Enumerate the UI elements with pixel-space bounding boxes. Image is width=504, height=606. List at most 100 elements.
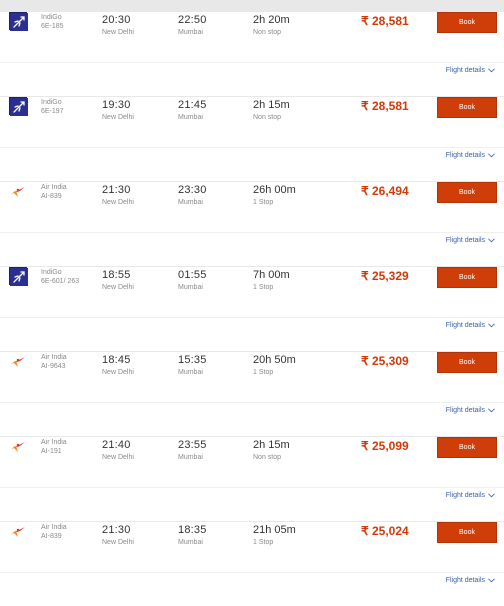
card-divider [0, 402, 504, 403]
departure-time: 18:45 [102, 354, 131, 366]
flight-details-label: Flight details [445, 407, 485, 414]
airline-info: IndiGo 6E-601/ 263 [41, 268, 79, 286]
flight-card: IndiGo 6E-197 19:30 New Delhi 21:45 Mumb… [0, 97, 504, 181]
chevron-down-icon [488, 68, 495, 73]
flight-details-label: Flight details [445, 237, 485, 244]
flight-duration: 21h 05m [253, 524, 296, 536]
departure-city: New Delhi [102, 454, 134, 461]
flight-duration: 26h 00m [253, 184, 296, 196]
flight-card: Air India AI-191 21:40 New Delhi 23:55 M… [0, 437, 504, 521]
card-divider [0, 232, 504, 233]
departure-city: New Delhi [102, 539, 134, 546]
flight-details-label: Flight details [445, 67, 485, 74]
wheel-icon [11, 442, 25, 452]
air-india-logo-icon [9, 182, 27, 200]
airline-name: IndiGo [41, 269, 62, 276]
stops-info: 1 Stop [253, 369, 274, 376]
flight-card: Air India AI-9643 18:45 New Delhi 15:35 … [0, 352, 504, 436]
departure-city: New Delhi [102, 369, 134, 376]
flight-details-label: Flight details [445, 152, 485, 159]
arrival-time: 15:35 [178, 354, 207, 366]
book-button[interactable]: Book [437, 522, 497, 543]
flight-number: AI-9643 [41, 363, 66, 370]
flight-number: 6E-197 [41, 108, 64, 115]
departure-time: 20:30 [102, 14, 131, 26]
airline-name: Air India [41, 439, 67, 446]
flight-number: AI-839 [41, 193, 62, 200]
flight-details-link[interactable]: Flight details [446, 152, 495, 159]
fare-price: ₹ 25,329 [361, 269, 409, 283]
card-divider [0, 572, 504, 573]
flight-number: 6E-185 [41, 23, 64, 30]
departure-time: 21:30 [102, 184, 131, 196]
flight-details-label: Flight details [445, 577, 485, 584]
air-india-logo-icon [9, 352, 27, 370]
book-button[interactable]: Book [437, 97, 497, 118]
arrival-time: 23:55 [178, 439, 207, 451]
card-divider [0, 62, 504, 63]
arrival-time: 21:45 [178, 99, 207, 111]
stops-info: Non stop [253, 114, 282, 121]
arrival-city: Mumbai [178, 114, 203, 121]
flight-details-label: Flight details [445, 322, 485, 329]
arrival-city: Mumbai [178, 29, 203, 36]
air-india-logo-icon [9, 437, 27, 455]
arrival-city: Mumbai [178, 284, 203, 291]
chevron-down-icon [488, 408, 495, 413]
book-button[interactable]: Book [437, 182, 497, 203]
flight-number: AI-191 [41, 448, 62, 455]
arrival-city: Mumbai [178, 539, 203, 546]
airline-info: Air India AI-9643 [41, 353, 67, 371]
flight-details-link[interactable]: Flight details [446, 67, 495, 74]
fare-price: ₹ 25,024 [361, 524, 409, 538]
book-button[interactable]: Book [437, 267, 497, 288]
stops-info: Non stop [253, 454, 282, 461]
chevron-down-icon [488, 578, 495, 583]
arrival-city: Mumbai [178, 454, 203, 461]
fare-price: ₹ 26,494 [361, 184, 409, 198]
airline-info: IndiGo 6E-197 [41, 98, 64, 116]
flight-duration: 2h 20m [253, 14, 290, 26]
book-button[interactable]: Book [437, 352, 497, 373]
stops-info: 1 Stop [253, 539, 274, 546]
departure-time: 18:55 [102, 269, 131, 281]
book-button[interactable]: Book [437, 12, 497, 33]
flight-details-link[interactable]: Flight details [446, 237, 495, 244]
flight-details-link[interactable]: Flight details [446, 322, 495, 329]
card-divider [0, 147, 504, 148]
flight-duration: 7h 00m [253, 269, 290, 281]
arrival-time: 18:35 [178, 524, 207, 536]
flight-details-label: Flight details [445, 492, 485, 499]
fare-price: ₹ 28,581 [361, 14, 409, 28]
stops-info: 1 Stop [253, 284, 274, 291]
wheel-icon [11, 357, 25, 367]
chevron-down-icon [488, 153, 495, 158]
departure-time: 21:30 [102, 524, 131, 536]
flight-duration: 2h 15m [253, 99, 290, 111]
departure-time: 19:30 [102, 99, 131, 111]
card-divider [0, 487, 504, 488]
airline-name: Air India [41, 354, 67, 361]
wheel-icon [11, 527, 25, 537]
fare-price: ₹ 28,581 [361, 99, 409, 113]
airline-info: Air India AI-839 [41, 523, 67, 541]
fare-price: ₹ 25,309 [361, 354, 409, 368]
flight-duration: 20h 50m [253, 354, 296, 366]
departure-city: New Delhi [102, 114, 134, 121]
airline-info: Air India AI-839 [41, 183, 67, 201]
chevron-down-icon [488, 238, 495, 243]
plane-icon [10, 13, 28, 31]
flight-details-link[interactable]: Flight details [446, 407, 495, 414]
flight-number: AI-839 [41, 533, 62, 540]
flight-number: 6E-601/ 263 [41, 278, 80, 285]
flight-details-link[interactable]: Flight details [446, 577, 495, 584]
departure-city: New Delhi [102, 29, 134, 36]
flight-results-list: IndiGo 6E-185 20:30 New Delhi 22:50 Mumb… [0, 0, 504, 606]
wheel-icon [11, 187, 25, 197]
airline-info: IndiGo 6E-185 [41, 13, 64, 31]
air-india-logo-icon [9, 522, 27, 540]
book-button[interactable]: Book [437, 437, 497, 458]
flight-details-link[interactable]: Flight details [446, 492, 495, 499]
indigo-logo-icon [9, 12, 28, 31]
departure-city: New Delhi [102, 284, 134, 291]
